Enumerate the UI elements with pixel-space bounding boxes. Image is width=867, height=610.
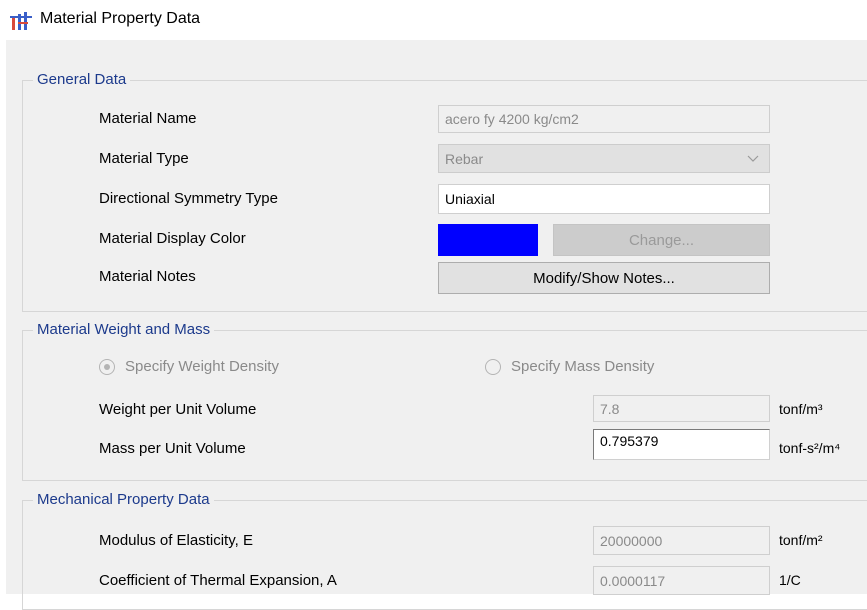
weight-per-volume-field[interactable]: 7.8	[593, 395, 770, 422]
specify-weight-density-label: Specify Weight Density	[125, 358, 279, 375]
modulus-elasticity-field[interactable]: 20000000	[593, 526, 770, 555]
mechanical-property-label: Mechanical Property Data	[33, 491, 214, 508]
material-type-label: Material Type	[99, 150, 189, 167]
chevron-down-icon	[747, 155, 759, 162]
dialog-body: General Data Material Name acero fy 4200…	[6, 40, 867, 610]
weight-unit: tonf/m³	[779, 401, 823, 417]
general-data-group: General Data Material Name acero fy 4200…	[22, 71, 867, 312]
symmetry-type-label: Directional Symmetry Type	[99, 190, 278, 207]
window-title: Material Property Data	[40, 10, 201, 27]
symmetry-type-field[interactable]: Uniaxial	[438, 184, 770, 214]
material-name-field[interactable]: acero fy 4200 kg/cm2	[438, 105, 770, 133]
change-color-button[interactable]: Change...	[553, 224, 770, 256]
thermal-expansion-label: Coefficient of Thermal Expansion, A	[99, 572, 337, 589]
weight-mass-label: Material Weight and Mass	[33, 321, 215, 338]
specify-weight-density-radio[interactable]: Specify Weight Density	[99, 358, 279, 375]
material-type-dropdown[interactable]: Rebar	[438, 144, 770, 173]
general-data-label: General Data	[33, 71, 131, 88]
weight-mass-group: Material Weight and Mass Specify Weight …	[22, 321, 867, 481]
radio-mass-indicator	[485, 358, 501, 375]
material-name-label: Material Name	[99, 110, 197, 127]
material-type-value: Rebar	[445, 150, 484, 167]
radio-weight-indicator	[99, 358, 115, 375]
mass-unit: tonf-s²/m⁴	[779, 440, 841, 456]
weight-per-volume-label: Weight per Unit Volume	[99, 401, 257, 418]
thermal-unit: 1/C	[779, 572, 801, 588]
app-icon	[10, 12, 32, 30]
mass-per-volume-field[interactable]: 0.795379	[593, 429, 770, 460]
material-notes-label: Material Notes	[99, 268, 196, 285]
display-color-label: Material Display Color	[99, 230, 246, 247]
display-color-swatch	[438, 224, 538, 256]
modify-notes-button[interactable]: Modify/Show Notes...	[438, 262, 770, 294]
specify-mass-density-label: Specify Mass Density	[511, 358, 655, 375]
title-bar[interactable]: Material Property Data	[0, 0, 867, 40]
modulus-unit: tonf/m²	[779, 532, 823, 548]
thermal-expansion-field[interactable]: 0.0000117	[593, 566, 770, 595]
mass-per-volume-label: Mass per Unit Volume	[99, 440, 246, 457]
modulus-elasticity-label: Modulus of Elasticity, E	[99, 532, 253, 549]
specify-mass-density-radio[interactable]: Specify Mass Density	[485, 358, 654, 375]
